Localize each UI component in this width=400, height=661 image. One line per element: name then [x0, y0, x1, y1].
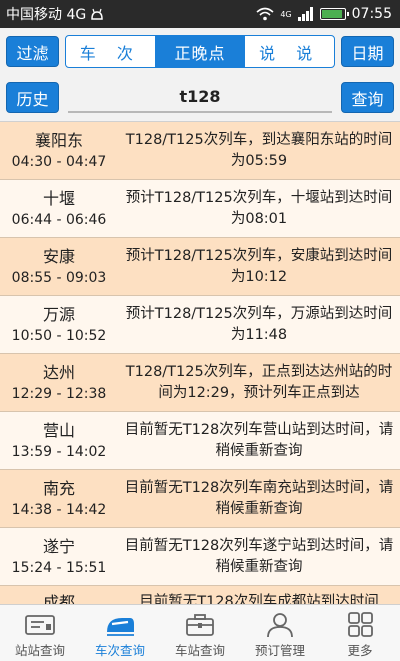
filter-button[interactable]: 过滤	[6, 36, 59, 67]
nav-label: 站站查询	[14, 643, 65, 658]
table-row[interactable]: 遂宁 15:24 - 15:51 目前暂无T128次列车遂宁站到达时间，请稍候重新…	[0, 528, 400, 586]
station-name: 安康	[42, 246, 75, 266]
history-button[interactable]: 历史	[6, 82, 59, 113]
station-name: 遂宁	[42, 536, 75, 556]
status-text: T128/T125次列车，正点到达达州站的时间为12:29，预计列车正点到达	[125, 363, 393, 401]
nav-booking-management[interactable]: 预订管理	[240, 605, 320, 661]
nav-label: 车次查询	[94, 643, 145, 658]
tab-punctuality[interactable]: 正晚点	[154, 36, 245, 67]
status-text: T128/T125次列车，到达襄阳东站的时间为05:59	[125, 131, 393, 169]
station-name: 成都	[42, 593, 75, 604]
train-icon	[107, 618, 134, 636]
status-text: 预计T128/T125次列车，万源站到达时间为11:48	[125, 305, 393, 343]
table-row[interactable]: 营山 13:59 - 14:02 目前暂无T128次列车营山站到达时间，请稍候重新…	[0, 412, 400, 470]
status-text: 预计T128/T125次列车，安康站到达时间为10:12	[125, 247, 393, 285]
status-text: 目前暂无T128次列车遂宁站到达时间，请稍候重新查询	[124, 537, 394, 575]
network-type: 4G	[280, 9, 292, 19]
station-name: 营山	[42, 420, 75, 440]
date-button[interactable]: 日期	[341, 36, 394, 67]
battery-icon	[319, 8, 349, 20]
nav-more[interactable]: 更多	[320, 605, 400, 661]
status-text: 目前暂无T128次列车成都站到达时间	[139, 594, 379, 604]
station-name: 万源	[42, 304, 75, 324]
table-row[interactable]: 万源 10:50 - 10:52 预计T128/T125次列车，万源站到达时间为1…	[0, 296, 400, 354]
station-name: 达州	[42, 362, 75, 382]
user-icon	[267, 613, 293, 638]
mode-tabs: 车 次 正晚点 说 说	[65, 35, 335, 68]
grid-icon	[348, 612, 373, 637]
nav-station-query[interactable]: 车站查询	[160, 605, 240, 661]
table-row[interactable]: 襄阳东 04:30 - 04:47 T128/T125次列车，到达襄阳东站的时间为…	[0, 122, 400, 180]
query-button[interactable]: 查询	[341, 82, 394, 113]
toolbar: 过滤 车 次 正晚点 说 说 日期 历史 t128 查询	[0, 28, 400, 122]
station-time: 10:50 - 10:52	[11, 327, 107, 344]
carrier-label: 中国移动 4G	[6, 7, 87, 23]
status-text: 目前暂无T128次列车南充站到达时间，请稍候重新查询	[124, 479, 394, 517]
briefcase-icon	[186, 614, 214, 636]
table-row[interactable]: 成都 目前暂无T128次列车成都站到达时间	[0, 586, 400, 604]
nav-station-to-station[interactable]: 站站查询	[0, 605, 80, 661]
table-row[interactable]: 安康 08:55 - 09:03 预计T128/T125次列车，安康站到达时间为1…	[0, 238, 400, 296]
tab-comments[interactable]: 说 说	[244, 36, 334, 67]
station-time: 13:59 - 14:02	[11, 443, 107, 460]
station-name: 襄阳东	[34, 130, 83, 150]
nav-label: 更多	[347, 643, 373, 658]
station-time: 04:30 - 04:47	[11, 153, 107, 170]
signal-icon	[297, 7, 313, 21]
ticket-icon	[25, 615, 55, 635]
table-row[interactable]: 十堰 06:44 - 06:46 预计T128/T125次列车，十堰站到达时间为0…	[0, 180, 400, 238]
wifi-icon	[256, 7, 274, 21]
station-time: 08:55 - 09:03	[11, 269, 107, 286]
carrier-info: 中国移动 4G	[6, 4, 104, 24]
station-name: 十堰	[42, 188, 75, 208]
status-text: 预计T128/T125次列车，十堰站到达时间为08:01	[125, 189, 393, 227]
bottom-nav: 站站查询 车次查询 车站查询 预订管理 更多	[0, 604, 400, 661]
table-row[interactable]: 达州 12:29 - 12:38 T128/T125次列车，正点到达达州站的时间为…	[0, 354, 400, 412]
android-icon	[91, 8, 103, 20]
tab-train-number[interactable]: 车 次	[66, 36, 155, 67]
table-row[interactable]: 南充 14:38 - 14:42 目前暂无T128次列车南充站到达时间，请稍候重新…	[0, 470, 400, 528]
nav-label: 预订管理	[254, 643, 305, 658]
nav-train-query[interactable]: 车次查询	[80, 605, 160, 661]
station-time: 06:44 - 06:46	[11, 211, 107, 228]
status-bar: 中国移动 4G 4G 07:55	[0, 0, 400, 28]
delay-list: 襄阳东 04:30 - 04:47 T128/T125次列车，到达襄阳东站的时间为…	[0, 122, 400, 604]
nav-label: 车站查询	[174, 643, 225, 658]
station-time: 12:29 - 12:38	[11, 385, 107, 402]
status-text: 目前暂无T128次列车营山站到达时间，请稍候重新查询	[124, 421, 394, 459]
station-time: 14:38 - 14:42	[11, 501, 107, 518]
search-input[interactable]: t128	[68, 82, 332, 113]
station-time: 15:24 - 15:51	[11, 559, 107, 576]
station-name: 南充	[42, 478, 75, 498]
clock: 07:55	[351, 6, 392, 22]
